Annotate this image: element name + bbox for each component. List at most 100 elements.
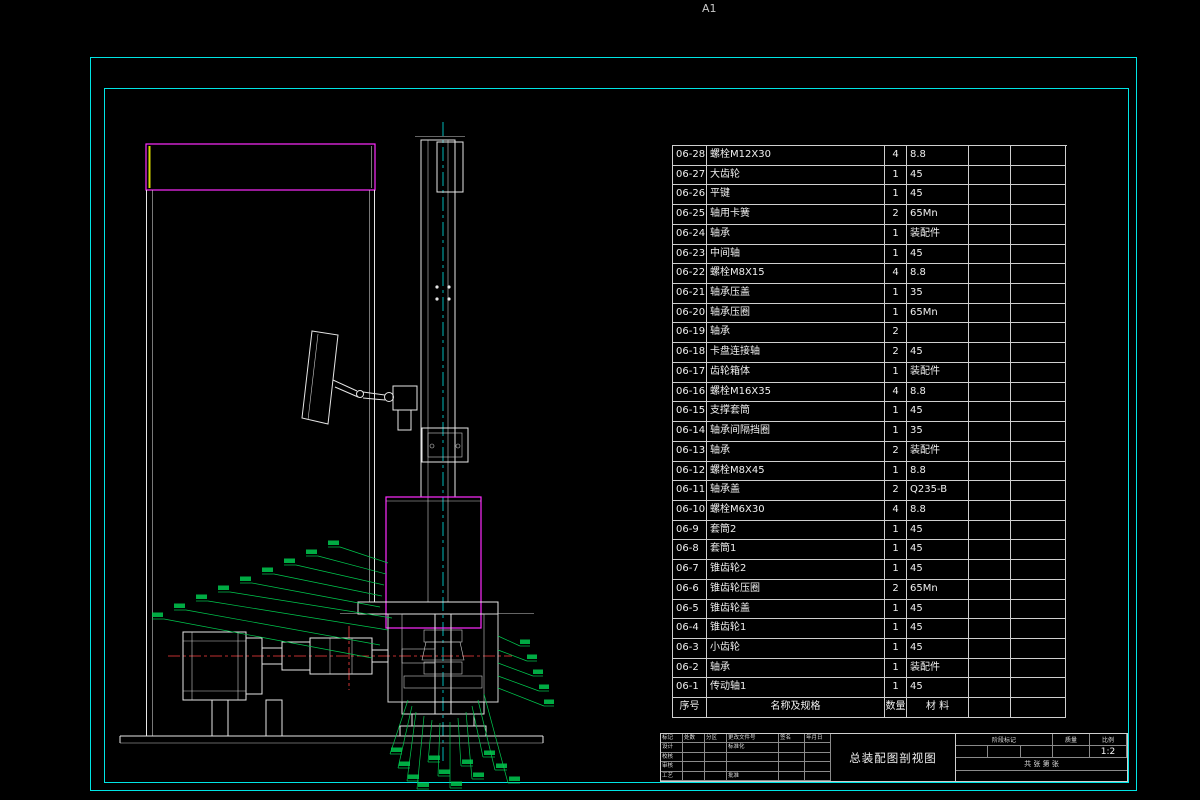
bom-cell-no: 06-1: [673, 678, 707, 699]
bom-cell-name: 支撑套筒: [707, 402, 885, 423]
bom-cell-no: 06-27: [673, 165, 707, 186]
bom-cell-material: 65Mn: [907, 205, 969, 225]
centerlines: [168, 122, 512, 762]
machine-body-box: [385, 496, 482, 629]
bom-cell-material: 装配件: [907, 441, 969, 462]
sheet-count: 共 张 第 张: [956, 758, 1127, 771]
vertical-column: [415, 136, 465, 602]
bom-cell-no: 06-10: [673, 500, 707, 521]
bom-row: 06-22 螺栓M8X15 4 8.8: [673, 264, 1067, 285]
bom-cell-no: 06-28: [673, 146, 707, 166]
bom-cell-no: 06-18: [673, 343, 707, 363]
bom-cell-material: 装配件: [907, 224, 969, 245]
bom-row: 06-18 卡盘连接轴 2 45: [673, 343, 1067, 363]
bom-row: 06-5 锥齿轮盖 1 45: [673, 599, 1067, 620]
bom-cell-extra2: [1011, 461, 1066, 482]
bom-cell-name: 大齿轮: [707, 165, 885, 186]
bom-cell-name: 螺栓M16X35: [707, 382, 885, 403]
monitor-arm: [301, 330, 418, 431]
bom-cell-name: 轴承: [707, 224, 885, 245]
top-beam: [145, 143, 376, 736]
role-approve: 批准: [727, 771, 779, 781]
bom-table: 06-28 螺栓M12X30 4 8.8 06-27 大齿轮 1 45 06-26 平键 1 45 06…: [672, 145, 1067, 718]
bom-cell-material: 45: [907, 244, 969, 265]
bom-cell-qty: 1: [885, 540, 907, 561]
bom-cell-no: 06-8: [673, 540, 707, 561]
bom-cell-extra1: [969, 441, 1011, 462]
bom-cell-extra1: [969, 698, 1011, 718]
bom-cell-material: 45: [907, 165, 969, 186]
role-standard: 标准化: [727, 743, 779, 753]
bom-cell-extra1: [969, 284, 1011, 304]
bom-cell-qty: 1: [885, 402, 907, 423]
bom-cell-name: 套筒1: [707, 540, 885, 561]
bom-cell-extra1: [969, 303, 1011, 324]
bom-row: 06-6 锥齿轮压圈 2 65Mn: [673, 579, 1067, 600]
bom-cell-extra1: [969, 520, 1011, 541]
bom-cell-name: 齿轮箱体: [707, 362, 885, 383]
bom-cell-extra1: [969, 382, 1011, 403]
bom-row: 06-19 轴承 2: [673, 323, 1067, 344]
bom-cell-material: 8.8: [907, 461, 969, 482]
bom-cell-extra2: [1011, 402, 1066, 423]
bom-cell-material: Q235-B: [907, 481, 969, 501]
bom-cell-no: 06-23: [673, 244, 707, 265]
bom-cell-name: 中间轴: [707, 244, 885, 265]
bom-cell-extra1: [969, 185, 1011, 206]
bom-cell-extra2: [1011, 343, 1066, 363]
bom-cell-extra1: [969, 638, 1011, 659]
bom-cell-name: 传动轴1: [707, 678, 885, 699]
bom-cell-name: 锥齿轮压圈: [707, 579, 885, 600]
bom-cell-extra2: [1011, 185, 1066, 206]
bom-row: 06-27 大齿轮 1 45: [673, 165, 1067, 186]
rev-header: 处数: [683, 734, 705, 744]
bom-cell-extra1: [969, 146, 1011, 166]
bom-cell-extra1: [969, 500, 1011, 521]
bom-cell-extra1: [969, 362, 1011, 383]
bom-cell-no: 06-24: [673, 224, 707, 245]
bom-cell-extra1: [969, 323, 1011, 344]
bom-cell-qty: 数量: [885, 698, 907, 718]
bom-cell-no: 06-4: [673, 619, 707, 639]
bom-cell-qty: 2: [885, 579, 907, 600]
mass-label: 质量: [1053, 734, 1090, 746]
bom-cell-qty: 1: [885, 658, 907, 679]
bom-cell-no: 06-2: [673, 658, 707, 679]
bom-cell-material: 装配件: [907, 658, 969, 679]
bom-cell-extra2: [1011, 599, 1066, 620]
bom-cell-material: 45: [907, 520, 969, 541]
bom-cell-qty: 2: [885, 323, 907, 344]
bom-cell-extra2: [1011, 382, 1066, 403]
bom-cell-qty: 1: [885, 520, 907, 541]
bom-cell-qty: 4: [885, 382, 907, 403]
role-check: 校核: [661, 752, 683, 763]
bom-cell-material: 45: [907, 402, 969, 423]
scale-label: 比例: [1090, 734, 1127, 746]
bom-cell-extra1: [969, 422, 1011, 442]
bom-cell-qty: 1: [885, 165, 907, 186]
bom-cell-name: 平键: [707, 185, 885, 206]
bom-row: 06-12 螺栓M8X45 1 8.8: [673, 461, 1067, 482]
bom-cell-extra1: [969, 560, 1011, 580]
bom-cell-qty: 1: [885, 185, 907, 206]
bom-cell-extra2: [1011, 441, 1066, 462]
bom-cell-extra2: [1011, 481, 1066, 501]
bom-cell-extra1: [969, 481, 1011, 501]
bom-cell-no: 06-20: [673, 303, 707, 324]
bom-cell-qty: 1: [885, 560, 907, 580]
bom-row: 06-25 轴用卡簧 2 65Mn: [673, 205, 1067, 225]
column-carriage: [421, 427, 469, 463]
bom-cell-qty: 4: [885, 264, 907, 285]
bom-cell-qty: 4: [885, 500, 907, 521]
bom-row: 06-1 传动轴1 1 45: [673, 678, 1067, 699]
bom-cell-qty: 1: [885, 284, 907, 304]
stage-label: 阶段标记: [956, 734, 1053, 746]
bom-cell-extra2: [1011, 678, 1066, 699]
bom-cell-name: 螺栓M8X45: [707, 461, 885, 482]
title-block: 标记 处数 分区 更改文件号 签名 年月日 设计 标准化 校核 审核 工艺 批准…: [660, 733, 1128, 782]
bom-cell-extra2: [1011, 638, 1066, 659]
bom-cell-name: 轴承盖: [707, 481, 885, 501]
bom-cell-name: 轴承间隔挡圈: [707, 422, 885, 442]
bom-cell-extra2: [1011, 658, 1066, 679]
bom-cell-material: 8.8: [907, 382, 969, 403]
